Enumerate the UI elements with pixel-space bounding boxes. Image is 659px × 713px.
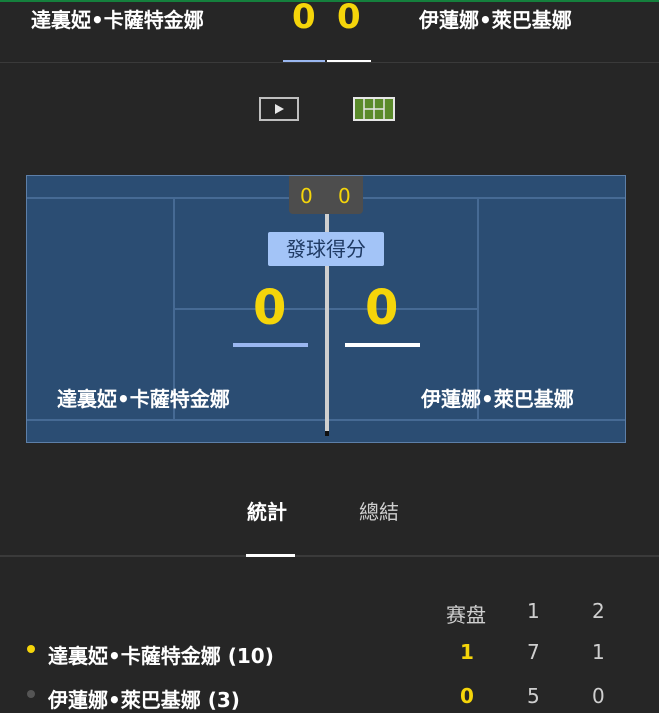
serving-indicator (27, 645, 35, 653)
player1-points-underline (233, 343, 308, 347)
header-player1-name: 達裏婭•卡薩特金娜 (31, 8, 204, 32)
court-view-button[interactable] (353, 97, 395, 121)
header-player2-name: 伊蓮娜•萊巴基娜 (419, 8, 572, 32)
scoreboard-player1-set2: 1 (592, 640, 605, 664)
tab-stats[interactable]: 統計 (247, 496, 287, 525)
scoreboard-player2-sets: 0 (460, 684, 474, 708)
scoreboard-player1-sets: 1 (460, 640, 474, 664)
top-accent-line (0, 0, 659, 2)
tabs-divider (0, 555, 659, 557)
header-player2-points: 0 (337, 0, 361, 37)
court-view-icon (353, 97, 395, 121)
scoreboard-player1-name: 達裏婭•卡薩特金娜 (10) (48, 644, 274, 668)
games-player2: 0 (338, 184, 351, 208)
scoreboard-player1-set1: 7 (527, 640, 540, 664)
header-player1-points: 0 (292, 0, 316, 37)
court-player2-name: 伊蓮娜•萊巴基娜 (421, 387, 574, 411)
non-serving-indicator (27, 690, 35, 698)
court-player1-points: 0 (253, 280, 287, 336)
court-player1-name: 達裏婭•卡薩特金娜 (57, 387, 230, 411)
tab-summary[interactable]: 總結 (359, 496, 399, 525)
video-view-button[interactable] (259, 97, 299, 121)
serve-point-label: 發球得分 (268, 232, 384, 266)
player2-points-underline (345, 343, 420, 347)
net-post (325, 431, 329, 436)
court-player2-points: 0 (365, 280, 399, 336)
scoreboard-player2-set2: 0 (592, 684, 605, 708)
column-header-set2: 2 (592, 599, 605, 623)
play-video-icon (259, 97, 299, 121)
scoreboard-player2-name: 伊蓮娜•萊巴基娜 (3) (48, 688, 240, 712)
active-tab-indicator (246, 554, 295, 557)
column-header-sets: 赛盘 (446, 603, 486, 627)
scoreboard-player2-set1: 5 (527, 684, 540, 708)
header-divider (0, 62, 659, 63)
games-player1: 0 (300, 184, 313, 208)
column-header-set1: 1 (527, 599, 540, 623)
